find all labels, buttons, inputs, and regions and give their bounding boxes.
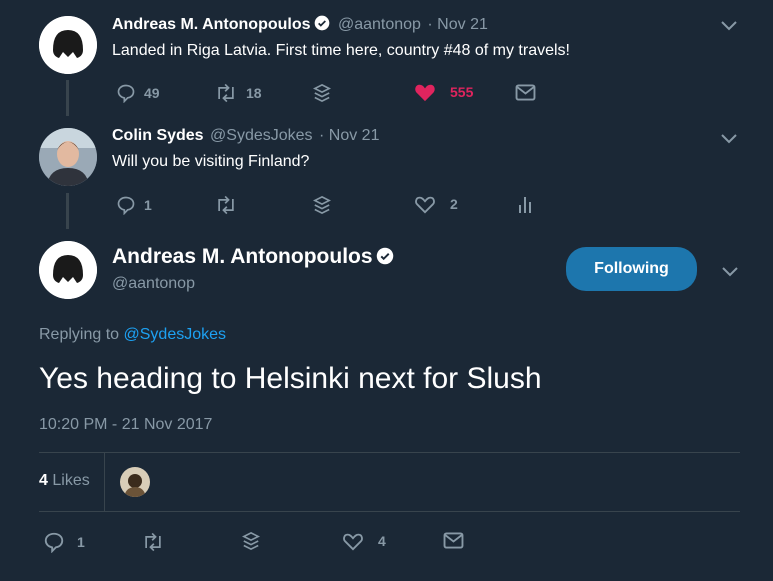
main-author[interactable]: Andreas M. Antonopoulos — [112, 245, 394, 269]
retweet-icon — [218, 195, 234, 215]
tweet-date[interactable]: · Nov 21 — [319, 127, 379, 144]
author-name[interactable]: Andreas M. Antonopoulos — [112, 245, 373, 268]
verified-icon — [314, 15, 329, 31]
chevron-down-icon[interactable] — [721, 264, 739, 282]
avatar[interactable] — [39, 16, 97, 74]
reply-icon — [117, 84, 135, 103]
tweet-date[interactable]: · Nov 21 — [427, 16, 487, 33]
chevron-down-icon[interactable] — [720, 18, 738, 36]
message-button[interactable] — [515, 84, 536, 101]
reply-button[interactable]: 1 — [116, 195, 152, 215]
likes-stat-label: Likes — [52, 472, 90, 489]
retweet-button[interactable] — [141, 532, 165, 552]
like-count: 555 — [450, 84, 474, 100]
like-button[interactable]: 555 — [414, 82, 473, 102]
brand-logo-icon — [39, 16, 97, 74]
reply-button[interactable]: 49 — [116, 83, 160, 103]
like-button[interactable]: 4 — [342, 531, 386, 551]
verified-icon — [376, 247, 393, 265]
avatar[interactable] — [39, 128, 97, 186]
replying-to: Replying to @SydesJokes — [39, 326, 226, 344]
likes-stat-count: 4 — [39, 472, 48, 489]
likes-stat[interactable]: 4 Likes — [39, 472, 90, 490]
layers-button[interactable] — [242, 531, 260, 551]
reply-button[interactable]: 1 — [43, 531, 85, 553]
retweet-button[interactable]: 18 — [214, 83, 262, 103]
liker-avatar[interactable] — [120, 467, 150, 497]
heart-icon — [343, 533, 363, 551]
reply-count: 49 — [144, 85, 160, 101]
replying-prefix: Replying to — [39, 326, 120, 343]
retweet-button[interactable] — [214, 195, 238, 215]
reply-icon — [117, 196, 135, 215]
divider — [39, 452, 740, 453]
thread-line — [66, 193, 69, 229]
like-button[interactable]: 2 — [414, 194, 458, 214]
author-name[interactable]: Andreas M. Antonopoulos — [112, 16, 311, 33]
tweet-header: Colin Sydes @SydesJokes · Nov 21 — [112, 127, 379, 145]
heart-filled-icon — [415, 84, 435, 102]
tweet-text: Landed in Riga Latvia. First time here, … — [112, 42, 570, 59]
avatar[interactable] — [39, 241, 97, 299]
analytics-icon — [519, 197, 531, 213]
heart-icon — [415, 196, 435, 214]
tweet-header: Andreas M. Antonopoulos @aantonop · Nov … — [112, 15, 488, 34]
author-handle[interactable]: @aantonop — [338, 16, 421, 33]
like-count: 2 — [450, 196, 458, 212]
retweet-icon — [218, 83, 234, 103]
layers-button[interactable] — [313, 195, 331, 215]
vertical-divider — [104, 453, 105, 511]
analytics-button[interactable] — [518, 195, 532, 215]
thread-line — [66, 80, 69, 116]
envelope-icon — [515, 84, 536, 101]
author-handle[interactable]: @SydesJokes — [210, 127, 313, 144]
reply-count: 1 — [77, 534, 85, 550]
user-photo — [39, 128, 97, 186]
reply-count: 1 — [144, 197, 152, 213]
like-count: 4 — [378, 533, 386, 549]
retweet-count: 18 — [246, 85, 262, 101]
author-name[interactable]: Colin Sydes — [112, 127, 204, 144]
author-handle[interactable]: @aantonop — [112, 275, 195, 293]
divider — [39, 511, 740, 512]
reply-icon — [44, 532, 64, 553]
layers-button[interactable] — [313, 83, 331, 103]
chevron-down-icon[interactable] — [720, 131, 738, 149]
envelope-icon — [443, 532, 464, 549]
timestamp[interactable]: 10:20 PM - 21 Nov 2017 — [39, 416, 212, 434]
liker-photo — [120, 467, 150, 497]
brand-logo-icon — [39, 241, 97, 299]
tweet-text: Will you be visiting Finland? — [112, 153, 310, 170]
layers-icon — [313, 83, 331, 103]
layers-icon — [313, 195, 331, 215]
replying-to-link[interactable]: @SydesJokes — [124, 326, 227, 343]
following-button[interactable]: Following — [566, 247, 697, 291]
layers-icon — [242, 531, 260, 551]
message-button[interactable] — [443, 532, 464, 549]
retweet-icon — [145, 532, 161, 552]
main-tweet-text: Yes heading to Helsinki next for Slush — [39, 362, 542, 395]
